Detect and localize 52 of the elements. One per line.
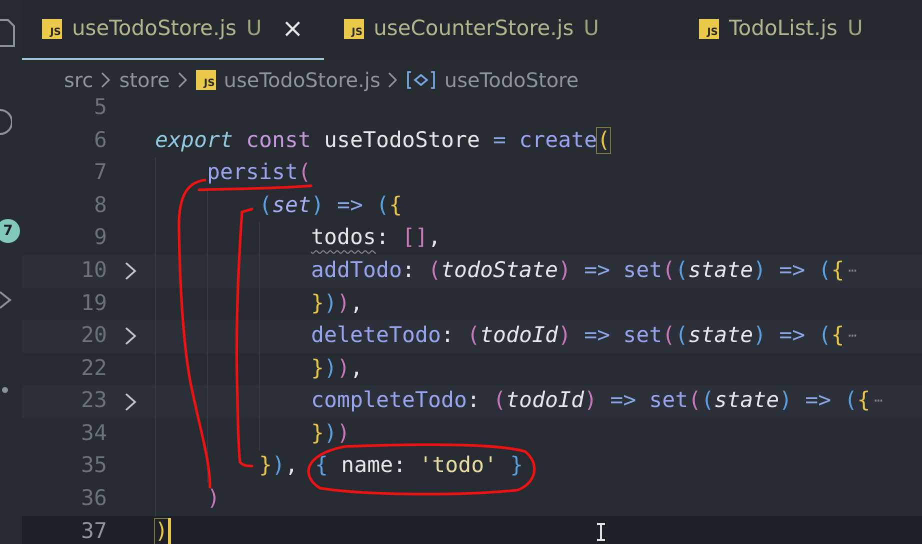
editor-tab[interactable]: JS useTodoStore.js U × bbox=[22, 0, 324, 60]
line-number: 35 bbox=[80, 455, 107, 478]
code-line: { name: 'todo' } bbox=[315, 455, 524, 478]
line-number: 8 bbox=[92, 194, 107, 218]
code-line: (set) => ({ bbox=[259, 194, 402, 218]
chevron-icon bbox=[178, 72, 188, 88]
code-line: completeTodo: (todoId) => set((state) => ({ ⋯ bbox=[311, 390, 883, 413]
code-line: deleteTodo: (todoId) => set((state) => ({ ⋯ bbox=[311, 325, 857, 348]
code-line: }), bbox=[259, 455, 300, 478]
line-number: 37 bbox=[80, 520, 107, 544]
code-line: })), bbox=[311, 358, 364, 380]
code-line: })) bbox=[311, 422, 350, 446]
code-line: addTodo: (todoState) => set((state) => ({ ⋯ bbox=[311, 260, 857, 283]
line-number: 20 bbox=[80, 325, 107, 348]
line-number: 10 bbox=[80, 260, 107, 283]
chevron-icon bbox=[101, 72, 112, 88]
expand-chevron-icon[interactable] bbox=[125, 261, 137, 282]
expand-chevron-icon[interactable] bbox=[125, 326, 137, 346]
code-line: })), bbox=[311, 292, 364, 316]
line-number: 9 bbox=[92, 227, 107, 250]
code-line: export const useTodoStore = create( bbox=[155, 130, 610, 152]
file-icon bbox=[0, 18, 16, 48]
line-number: 19 bbox=[80, 292, 107, 316]
breadcrumb-item[interactable]: useTodoStore bbox=[406, 65, 579, 95]
code-line: ) bbox=[155, 520, 168, 544]
chevron-icon bbox=[0, 290, 12, 310]
symbol-icon bbox=[406, 70, 436, 90]
line-number: 23 bbox=[80, 390, 107, 413]
code-line: persist( bbox=[207, 162, 312, 185]
breadcrumb-item[interactable]: JS useTodoStore.js bbox=[196, 65, 380, 95]
chevron-icon bbox=[388, 72, 398, 88]
breadcrumb-item[interactable]: src bbox=[64, 65, 94, 95]
notification-badge: 7 bbox=[0, 219, 20, 243]
js-file-icon: JS bbox=[699, 19, 720, 39]
line-number: 7 bbox=[92, 162, 107, 185]
js-file-icon: JS bbox=[344, 19, 364, 39]
line-number: 34 bbox=[80, 422, 107, 446]
i-beam-cursor-icon bbox=[596, 523, 606, 542]
code-line: ) bbox=[207, 488, 220, 511]
code-line: todos: [], bbox=[311, 227, 442, 250]
line-number: 36 bbox=[80, 488, 107, 511]
editor-tab[interactable]: JS TodoList.js U bbox=[679, 0, 883, 60]
dot-icon bbox=[2, 387, 8, 393]
text-cursor bbox=[168, 518, 172, 544]
line-number: 6 bbox=[92, 130, 107, 152]
line-number: 5 bbox=[92, 96, 107, 120]
js-file-icon: JS bbox=[196, 70, 216, 90]
js-file-icon: JS bbox=[42, 19, 62, 39]
breadcrumb-item[interactable]: store bbox=[119, 65, 170, 95]
editor-tab[interactable]: JS useCounterStore.js U bbox=[324, 0, 620, 60]
line-number: 22 bbox=[80, 358, 107, 380]
expand-chevron-icon[interactable] bbox=[125, 392, 137, 412]
